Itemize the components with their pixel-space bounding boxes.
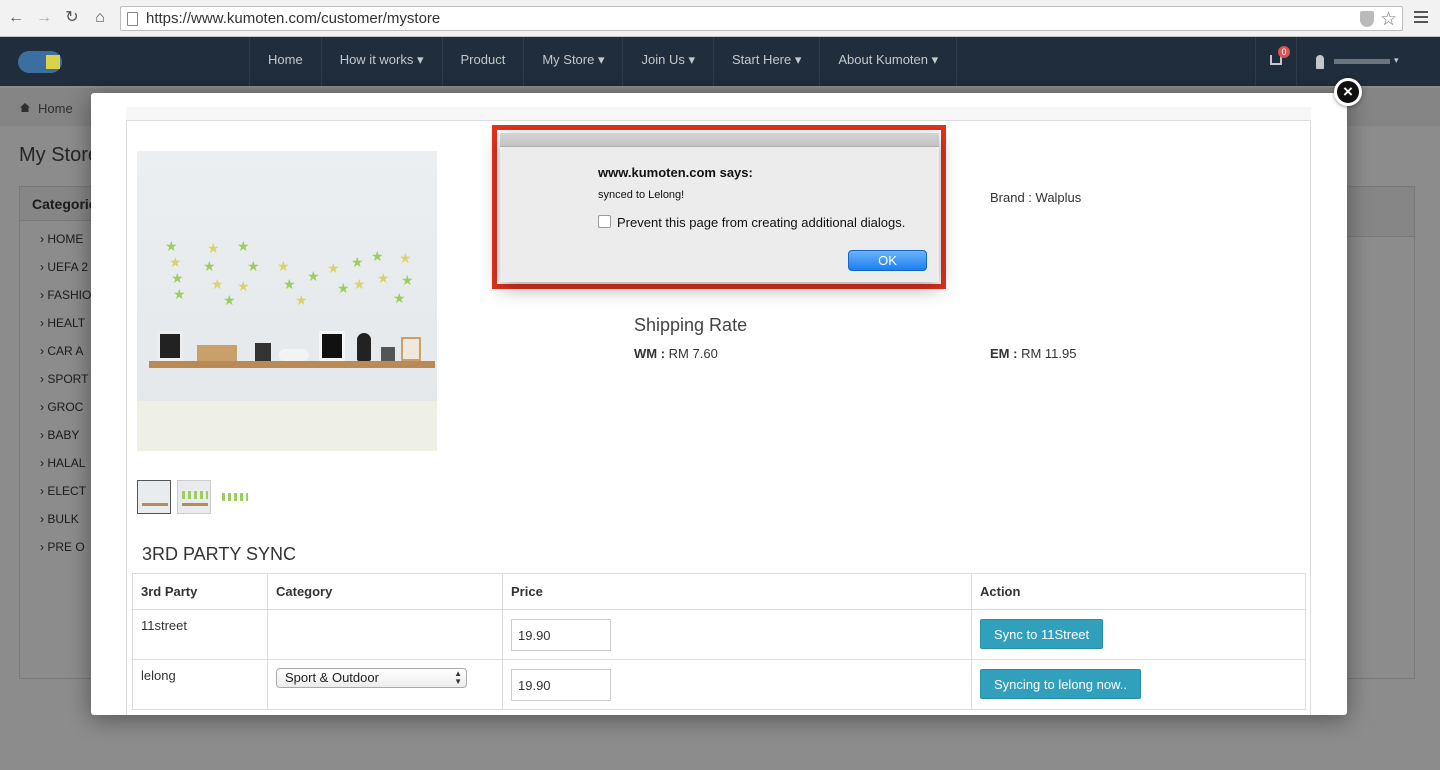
user-menu[interactable]: ▾	[1312, 55, 1402, 69]
cart-count-badge: 0	[1278, 46, 1290, 58]
nav-how-it-works[interactable]: How it works ▾	[320, 37, 442, 86]
browser-toolbar: ← → ↻ ⌂ https://www.kumoten.com/customer…	[0, 0, 1440, 37]
thumbnail-2[interactable]	[177, 480, 211, 514]
col-header-price: Price	[502, 573, 972, 610]
nav-about-kumoten[interactable]: About Kumoten ▾	[819, 37, 958, 86]
third-party-sync-title: 3RD PARTY SYNC	[142, 544, 297, 564]
col-header-category: Category	[267, 573, 503, 610]
sync-table: 3rd Party Category Price Action 11street…	[132, 573, 1306, 710]
nav-product[interactable]: Product	[441, 37, 524, 86]
bookmark-star-icon[interactable]: ☆	[1380, 8, 1397, 31]
user-name-redacted	[1334, 59, 1390, 64]
category-select[interactable]: Sport & Outdoor ▲ ▼	[276, 668, 467, 688]
main-menu: Home How it works ▾ Product My Store ▾ J…	[249, 37, 958, 86]
price-input[interactable]	[511, 619, 611, 651]
category-select-value: Sport & Outdoor	[285, 670, 379, 685]
nav-my-store[interactable]: My Store ▾	[523, 37, 622, 86]
kumoten-logo[interactable]	[18, 51, 62, 73]
col-header-3rd-party: 3rd Party	[132, 573, 268, 610]
browser-menu-icon[interactable]	[1411, 8, 1431, 28]
thumbnail-3[interactable]	[217, 480, 251, 514]
forward-icon[interactable]: →	[34, 8, 54, 28]
category-cell: Sport & Outdoor ▲ ▼	[267, 659, 503, 710]
shield-icon[interactable]	[1360, 11, 1374, 27]
alert-dialog: www.kumoten.com says: synced to Lelong! …	[500, 133, 939, 282]
prevent-dialogs-label[interactable]: Prevent this page from creating addition…	[617, 215, 905, 230]
action-cell: Sync to 11Street	[971, 609, 1306, 660]
party-name: lelong	[132, 659, 268, 710]
price-cell	[502, 609, 972, 660]
alert-title: www.kumoten.com says:	[598, 165, 753, 180]
col-header-action: Action	[971, 573, 1306, 610]
select-arrows-icon: ▲ ▼	[454, 669, 462, 686]
address-bar[interactable]: https://www.kumoten.com/customer/mystore…	[120, 6, 1403, 31]
nav-home[interactable]: Home	[249, 37, 321, 86]
chevron-down-icon: ▾	[1394, 55, 1399, 65]
shipping-wm: WM : RM 7.60	[634, 346, 718, 361]
price-cell	[502, 659, 972, 710]
shipping-em: EM : RM 11.95	[990, 346, 1077, 361]
shelf	[149, 361, 435, 368]
close-icon[interactable]: ×	[1334, 78, 1362, 106]
page-icon	[127, 12, 138, 26]
product-image: ★ ★ ★ ★ ★ ★ ★ ★ ★ ★ ★ ★ ★ ★ ★ ★ ★ ★ ★ ★ …	[137, 151, 437, 451]
sync-lelong-button[interactable]: Syncing to lelong now..	[980, 669, 1141, 699]
nav-join-us[interactable]: Join Us ▾	[622, 37, 713, 86]
home-icon[interactable]: ⌂	[90, 8, 110, 28]
cart-button[interactable]: 0	[1255, 37, 1297, 86]
alert-titlebar	[500, 133, 939, 147]
brand-label: Brand : Walplus	[990, 190, 1082, 205]
price-input[interactable]	[511, 669, 611, 701]
prevent-dialogs-checkbox[interactable]	[598, 215, 611, 228]
sync-11street-button[interactable]: Sync to 11Street	[980, 619, 1104, 649]
action-cell: Syncing to lelong now..	[971, 659, 1306, 710]
table-row: lelong Sport & Outdoor ▲▼ Syncing to lel…	[132, 659, 1306, 710]
thumbnail-1[interactable]	[137, 480, 171, 514]
nav-start-here[interactable]: Start Here ▾	[712, 37, 819, 86]
ok-button[interactable]: OK	[848, 250, 927, 271]
site-navbar: Home How it works ▾ Product My Store ▾ J…	[0, 37, 1440, 86]
url-text[interactable]: https://www.kumoten.com/customer/mystore	[146, 10, 440, 27]
user-icon	[1316, 55, 1324, 69]
table-row: 11street Sync to 11Street	[132, 609, 1306, 660]
category-cell	[267, 609, 503, 660]
shipping-rate-title: Shipping Rate	[634, 315, 748, 335]
party-name: 11street	[132, 609, 268, 660]
back-icon[interactable]: ←	[6, 8, 26, 28]
alert-message: synced to Lelong!	[598, 189, 685, 201]
reload-icon[interactable]: ↻	[62, 8, 82, 28]
modal-top-strip	[126, 107, 1311, 121]
thumbnail-strip	[137, 480, 251, 514]
